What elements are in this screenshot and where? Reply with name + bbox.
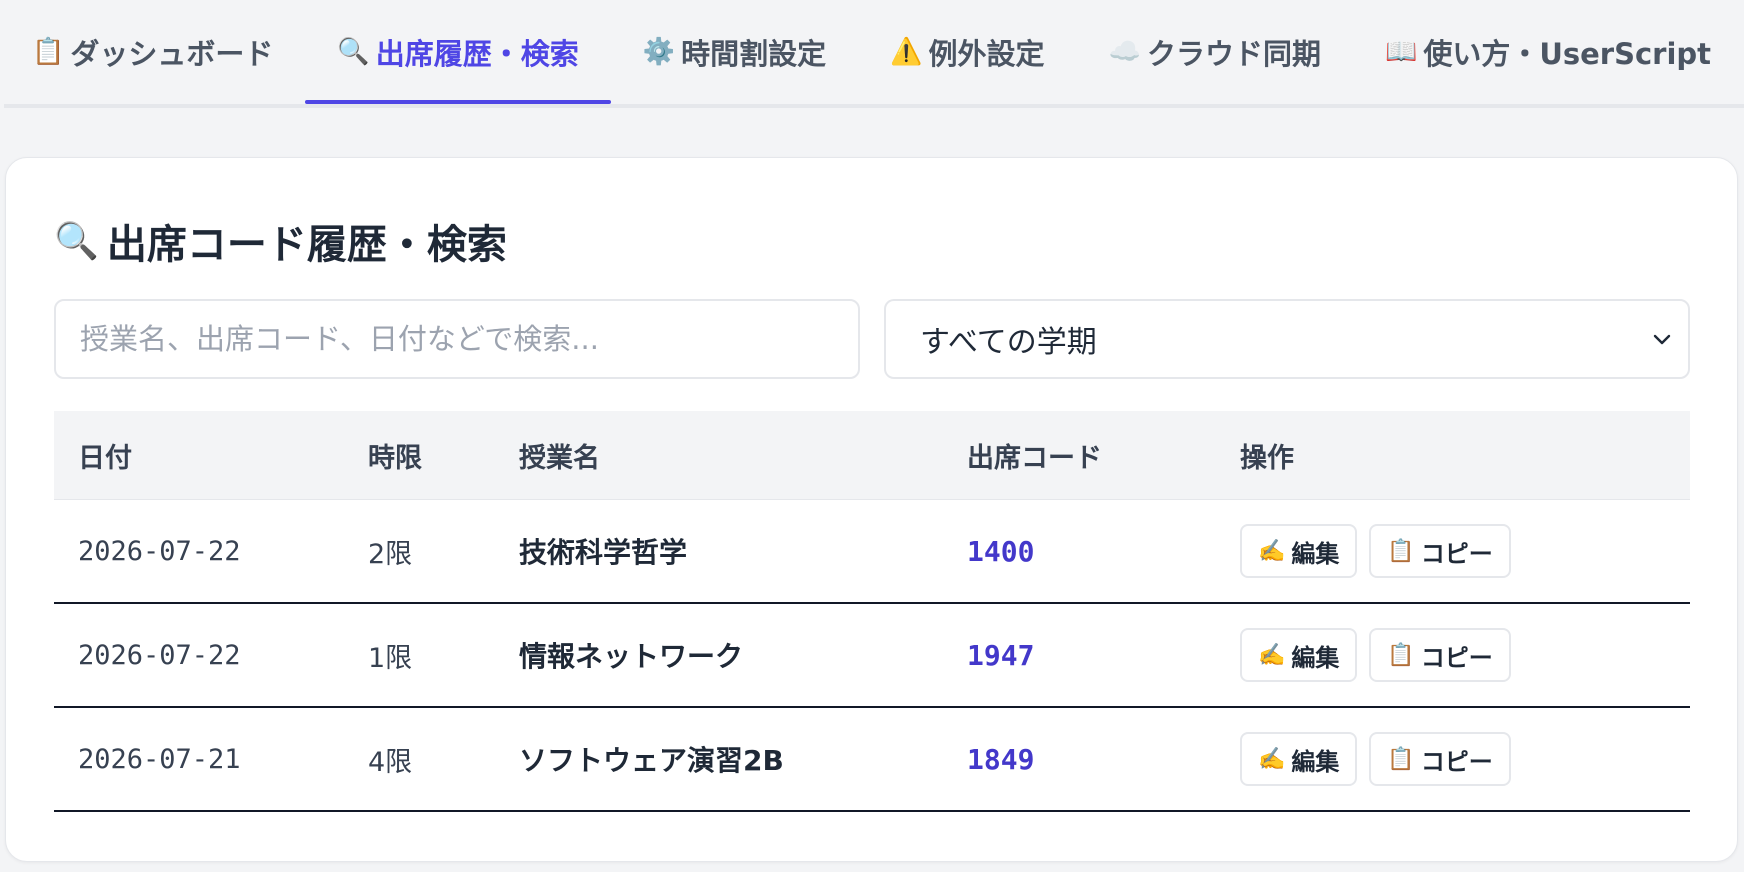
edit-button[interactable]: ✍️ 編集 [1240,628,1358,682]
cell-date: 2026-07-21 [78,743,241,775]
writing-hand-icon: ✍️ [1258,746,1286,772]
cell-period: 2限 [368,538,413,570]
edit-button-label: 編集 [1291,643,1340,672]
copy-button[interactable]: 📋 コピー [1369,732,1511,786]
history-table: 日付 時限 授業名 出席コード 操作 2026-07-22 2限 技術科学哲学 … [54,411,1690,812]
cell-class: 技術科学哲学 [519,536,688,569]
tab-bar-divider [4,104,1744,108]
cell-code: 1400 [967,534,1035,568]
page-title-text: 出席コード履歴・検索 [106,222,507,268]
term-select-value: すべての学期 [920,325,1097,360]
tab-history-search[interactable]: 🔍 出席履歴・検索 [305,0,612,104]
cell-date: 2026-07-22 [78,639,241,671]
history-search-card: 🔍 出席コード履歴・検索 すべての学期 日付 時限 授業名 出席コード 操作 2… [5,157,1738,862]
edit-button[interactable]: ✍️ 編集 [1240,524,1358,578]
copy-button-label: コピー [1420,747,1493,776]
table-row: 2026-07-21 4限 ソフトウェア演習2B 1849 ✍️ 編集 📋 コピ… [54,708,1690,812]
table-row: 2026-07-22 1限 情報ネットワーク 1947 ✍️ 編集 📋 コピー [54,604,1690,708]
cell-class: 情報ネットワーク [519,640,744,673]
tab-label: ダッシュボード [70,37,274,71]
magnifier-icon: 🔍 [337,37,370,67]
chevron-down-icon [1653,334,1671,345]
cell-ops: ✍️ 編集 📋 コピー [1240,524,1690,578]
gear-icon: ⚙️ [642,37,676,67]
column-header-ops: 操作 [1240,442,1294,474]
tab-cloud-sync[interactable]: ☁️ クラウド同期 [1077,0,1353,104]
clipboard-icon: 📋 [32,37,65,67]
cell-ops: ✍️ 編集 📋 コピー [1240,628,1690,682]
magnifier-icon: 🔍 [54,221,99,262]
cell-ops: ✍️ 編集 📋 コピー [1240,732,1690,786]
tab-usage-userscript[interactable]: 📖 使い方・UserScript [1353,0,1743,104]
copy-button-label: コピー [1420,539,1493,568]
copy-button[interactable]: 📋 コピー [1369,628,1511,682]
tab-label: 使い方・UserScript [1423,37,1712,71]
edit-button-label: 編集 [1291,747,1340,776]
copy-button-label: コピー [1420,643,1493,672]
clipboard-icon: 📋 [1387,642,1415,668]
edit-button-label: 編集 [1291,539,1340,568]
tab-exception-settings[interactable]: ⚠️ 例外設定 [858,0,1076,104]
column-header-code: 出席コード [967,442,1102,474]
tab-dashboard[interactable]: 📋 ダッシュボード [32,0,305,104]
writing-hand-icon: ✍️ [1258,642,1286,668]
cell-code: 1849 [967,742,1035,776]
clipboard-icon: 📋 [1387,746,1415,772]
tab-list: 📋 ダッシュボード 🔍 出席履歴・検索 ⚙️ 時間割設定 ⚠️ 例外設定 ☁️ … [32,0,1743,104]
cell-class: ソフトウェア演習2B [519,744,784,777]
table-row: 2026-07-22 2限 技術科学哲学 1400 ✍️ 編集 📋 コピー [54,500,1690,604]
clipboard-icon: 📋 [1387,538,1415,564]
table-header: 日付 時限 授業名 出席コード 操作 [54,411,1690,500]
cloud-icon: ☁️ [1108,37,1141,67]
tab-bar: 📋 ダッシュボード 🔍 出席履歴・検索 ⚙️ 時間割設定 ⚠️ 例外設定 ☁️ … [0,0,1744,108]
tab-label: 時間割設定 [681,37,827,71]
edit-button[interactable]: ✍️ 編集 [1240,732,1358,786]
cell-period: 1限 [368,642,413,674]
book-icon: 📖 [1384,37,1418,67]
cell-code: 1947 [967,638,1035,672]
cell-date: 2026-07-22 [78,535,241,567]
tab-label: 例外設定 [928,37,1045,71]
column-header-class: 授業名 [519,442,600,474]
tab-timetable-settings[interactable]: ⚙️ 時間割設定 [611,0,858,104]
column-header-period: 時限 [368,442,422,474]
column-header-date: 日付 [78,442,132,474]
page-title: 🔍 出席コード履歴・検索 [54,212,507,270]
tab-label: クラウド同期 [1146,37,1321,71]
search-input[interactable] [54,299,860,379]
writing-hand-icon: ✍️ [1258,538,1286,564]
warning-icon: ⚠️ [890,37,923,67]
cell-period: 4限 [368,746,413,778]
copy-button[interactable]: 📋 コピー [1369,524,1511,578]
term-select[interactable]: すべての学期 [884,299,1690,379]
tab-label: 出席履歴・検索 [375,37,579,71]
